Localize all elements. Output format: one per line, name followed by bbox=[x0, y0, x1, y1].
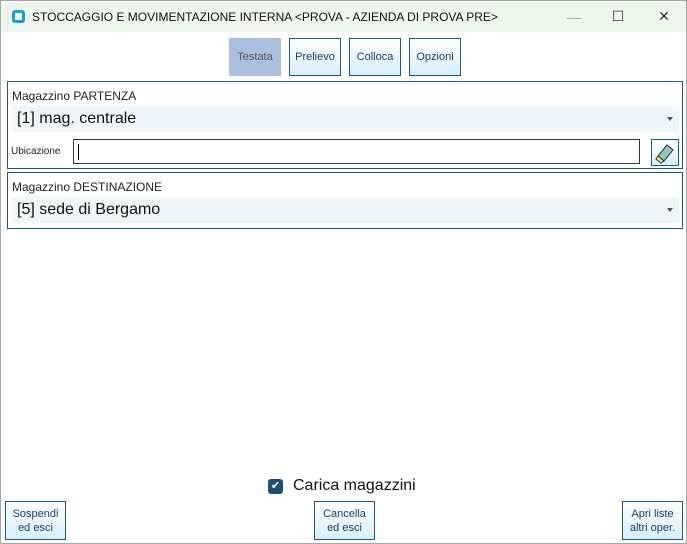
partenza-label: Magazzino PARTENZA bbox=[12, 89, 137, 103]
title-bar: STOCCAGGIO E MOVIMENTAZIONE INTERNA <PRO… bbox=[1, 1, 686, 32]
chevron-down-icon bbox=[667, 117, 673, 124]
label: ed esci bbox=[327, 521, 362, 534]
window: STOCCAGGIO E MOVIMENTAZIONE INTERNA <PRO… bbox=[0, 0, 687, 544]
destinazione-select[interactable]: [5] sede di Bergamo bbox=[12, 197, 679, 223]
carica-magazzini-checkbox[interactable]: ✔ bbox=[268, 479, 283, 494]
destinazione-label: Magazzino DESTINAZIONE bbox=[12, 180, 163, 194]
maximize-button[interactable]: ☐ bbox=[595, 1, 641, 32]
sospendi-button[interactable]: Sospendi ed esci bbox=[5, 501, 66, 540]
app-icon bbox=[12, 10, 25, 23]
close-button[interactable]: ✕ bbox=[641, 1, 687, 32]
partenza-select[interactable]: [1] mag. centrale bbox=[12, 106, 679, 132]
label: Cancella bbox=[323, 507, 366, 520]
label: ed esci bbox=[18, 521, 53, 534]
tab-testata[interactable]: Testata bbox=[229, 38, 281, 76]
chevron-down-icon bbox=[667, 208, 673, 215]
partenza-value: [1] mag. centrale bbox=[17, 110, 137, 127]
destinazione-value: [5] sede di Bergamo bbox=[17, 201, 161, 218]
cancella-button[interactable]: Cancella ed esci bbox=[314, 501, 375, 540]
ubicazione-input[interactable] bbox=[73, 139, 640, 164]
tab-colloca[interactable]: Colloca bbox=[349, 38, 401, 76]
label: Apri liste bbox=[631, 507, 674, 520]
apri-liste-button[interactable]: Apri liste altri oper. bbox=[622, 501, 683, 540]
label: Sospendi bbox=[12, 507, 59, 520]
minimize-button[interactable]: — bbox=[551, 1, 597, 32]
ubicazione-label: Ubicazione bbox=[11, 146, 61, 157]
destinazione-panel: Magazzino DESTINAZIONE [5] sede di Berga… bbox=[7, 172, 683, 229]
eraser-icon bbox=[655, 144, 674, 164]
window-title: STOCCAGGIO E MOVIMENTAZIONE INTERNA <PRO… bbox=[32, 9, 498, 24]
clear-button[interactable] bbox=[651, 139, 679, 166]
carica-magazzini-label: Carica magazzini bbox=[293, 477, 416, 494]
tab-opzioni[interactable]: Opzioni bbox=[409, 38, 461, 76]
label: altri oper. bbox=[629, 521, 676, 534]
tab-prelievo[interactable]: Prelievo bbox=[289, 38, 341, 76]
